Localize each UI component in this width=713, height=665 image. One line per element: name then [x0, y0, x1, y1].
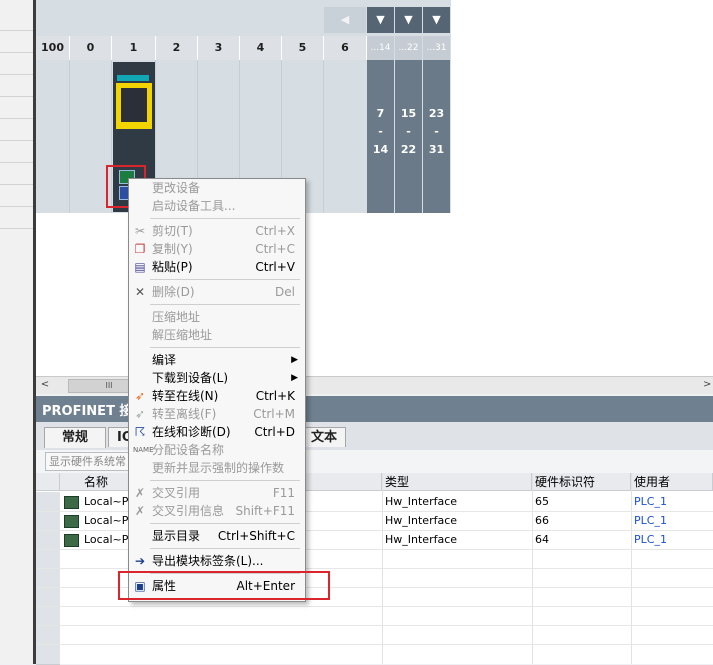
table-row-empty	[36, 625, 713, 645]
delete-icon: ✕	[134, 285, 146, 299]
filter-input[interactable]: 显示硬件系统常	[45, 452, 138, 471]
menu-item-decompress-address[interactable]: 解压缩地址	[129, 326, 303, 344]
slot-header: 2	[156, 36, 198, 60]
menu-item-cut[interactable]: ✂ 剪切(T) Ctrl+X	[129, 222, 303, 240]
slot-header: 6	[324, 36, 367, 60]
cell-user-link[interactable]: PLC_1	[634, 492, 667, 511]
group-dash: -	[378, 125, 383, 138]
slot-header: 100	[36, 36, 70, 60]
scroll-left-icon[interactable]: <	[38, 378, 52, 391]
diagnostics-icon: ☈	[134, 425, 146, 439]
slot-header: 5	[282, 36, 324, 60]
properties-highlight-box	[118, 571, 330, 600]
cross-ref-icon: ✗	[134, 486, 146, 500]
menu-item-cross-reference-info[interactable]: ✗ 交叉引用信息 Shift+F11	[129, 502, 303, 520]
table-row-empty	[36, 606, 713, 626]
submenu-arrow-icon: ▶	[291, 373, 298, 383]
cell-hwid: 66	[535, 514, 549, 527]
paste-icon: ▤	[134, 260, 146, 274]
menu-item-online-diagnostics[interactable]: ☈ 在线和诊断(D) Ctrl+D	[129, 423, 303, 441]
scissors-icon: ✂	[134, 224, 146, 238]
device-name-icon: NAME	[133, 446, 154, 454]
menu-item-cross-reference[interactable]: ✗ 交叉引用 F11	[129, 484, 303, 502]
collapse-left-icon[interactable]: ◀	[324, 7, 366, 33]
inspector-title: PROFINET 接	[42, 404, 133, 419]
cell-user-link[interactable]: PLC_1	[634, 530, 667, 549]
cell-user-link[interactable]: PLC_1	[634, 511, 667, 530]
cell-name: Local~Pl	[84, 533, 132, 546]
menu-item-download-to-device[interactable]: 下载到设备(L) ▶	[129, 369, 303, 387]
device-view-empty-area	[451, 0, 713, 376]
cell-hwid: 65	[535, 495, 549, 508]
slot-header: 3	[198, 36, 240, 60]
menu-item-go-online[interactable]: ➶ 转至在线(N) Ctrl+K	[129, 387, 303, 405]
left-panel-strip	[0, 0, 33, 664]
interface-icon	[64, 534, 79, 547]
group-start: 7	[376, 107, 385, 120]
group-dash: -	[406, 125, 411, 138]
cell-type: Hw_Interface	[385, 533, 458, 546]
export-icon: ➔	[134, 554, 146, 568]
expand-group-icon[interactable]: ▼	[395, 7, 422, 33]
menu-item-show-catalog[interactable]: 显示目录 Ctrl+Shift+C	[129, 527, 303, 545]
expand-group-icon[interactable]: ▼	[367, 7, 394, 33]
cell-type: Hw_Interface	[385, 514, 458, 527]
slot-header: 0	[70, 36, 112, 60]
group-end: 14	[372, 143, 389, 156]
siemens-logo	[117, 75, 149, 81]
expand-group-icon[interactable]: ▼	[423, 7, 450, 33]
interface-icon	[64, 515, 79, 528]
cell-name: Local~Pl	[84, 495, 132, 508]
group-dash: -	[434, 125, 439, 138]
column-header-hwid[interactable]: 硬件标识符	[532, 473, 631, 491]
column-header-user[interactable]: 使用者	[631, 473, 713, 491]
menu-item-export-labels[interactable]: ➔ 导出模块标签条(L)...	[129, 552, 303, 570]
cell-hwid: 64	[535, 533, 549, 546]
copy-icon: ❐	[134, 242, 146, 256]
menu-item-compile[interactable]: 编译 ▶	[129, 351, 303, 369]
menu-item-delete[interactable]: ✕ 删除(D) Del	[129, 283, 303, 301]
menu-item-paste[interactable]: ▤ 粘贴(P) Ctrl+V	[129, 258, 303, 276]
cross-ref-info-icon: ✗	[134, 504, 146, 518]
group-end: 31	[428, 143, 445, 156]
menu-item-copy[interactable]: ❐ 复制(Y) Ctrl+C	[129, 240, 303, 258]
menu-item-compress-address[interactable]: 压缩地址	[129, 308, 303, 326]
interface-icon	[64, 496, 79, 509]
slot-group[interactable]: 7 - 14	[367, 60, 394, 213]
cell-type: Hw_Interface	[385, 495, 458, 508]
go-offline-icon: ➶	[134, 407, 146, 421]
slot-group[interactable]: 23 - 31	[423, 60, 450, 213]
group-start: 23	[428, 107, 445, 120]
plc-display-screen	[121, 88, 147, 122]
menu-item-update-forced-operands[interactable]: 更新并显示强制的操作数	[129, 459, 303, 477]
go-online-icon: ➶	[134, 389, 146, 403]
slot-header: 1	[112, 36, 156, 60]
group-header: ...31	[423, 36, 450, 60]
tab-general[interactable]: 常规	[44, 427, 106, 448]
menu-item-assign-device-name[interactable]: NAME 分配设备名称	[129, 441, 303, 459]
menu-item-change-device[interactable]: 更改设备	[129, 179, 303, 197]
submenu-arrow-icon: ▶	[291, 355, 298, 365]
slot-header: 4	[240, 36, 282, 60]
group-header: ...14	[367, 36, 394, 60]
menu-item-go-offline[interactable]: ➶ 转至离线(F) Ctrl+M	[129, 405, 303, 423]
column-header-type[interactable]: 类型	[382, 473, 532, 491]
group-header: ...22	[395, 36, 422, 60]
group-start: 15	[400, 107, 417, 120]
scroll-right-icon[interactable]: >	[703, 378, 713, 391]
menu-item-start-device-tool[interactable]: 启动设备工具...	[129, 197, 303, 215]
group-end: 22	[400, 143, 417, 156]
row-header-corner	[36, 473, 60, 491]
slot-group[interactable]: 15 - 22	[395, 60, 422, 213]
cell-name: Local~Pl	[84, 514, 132, 527]
